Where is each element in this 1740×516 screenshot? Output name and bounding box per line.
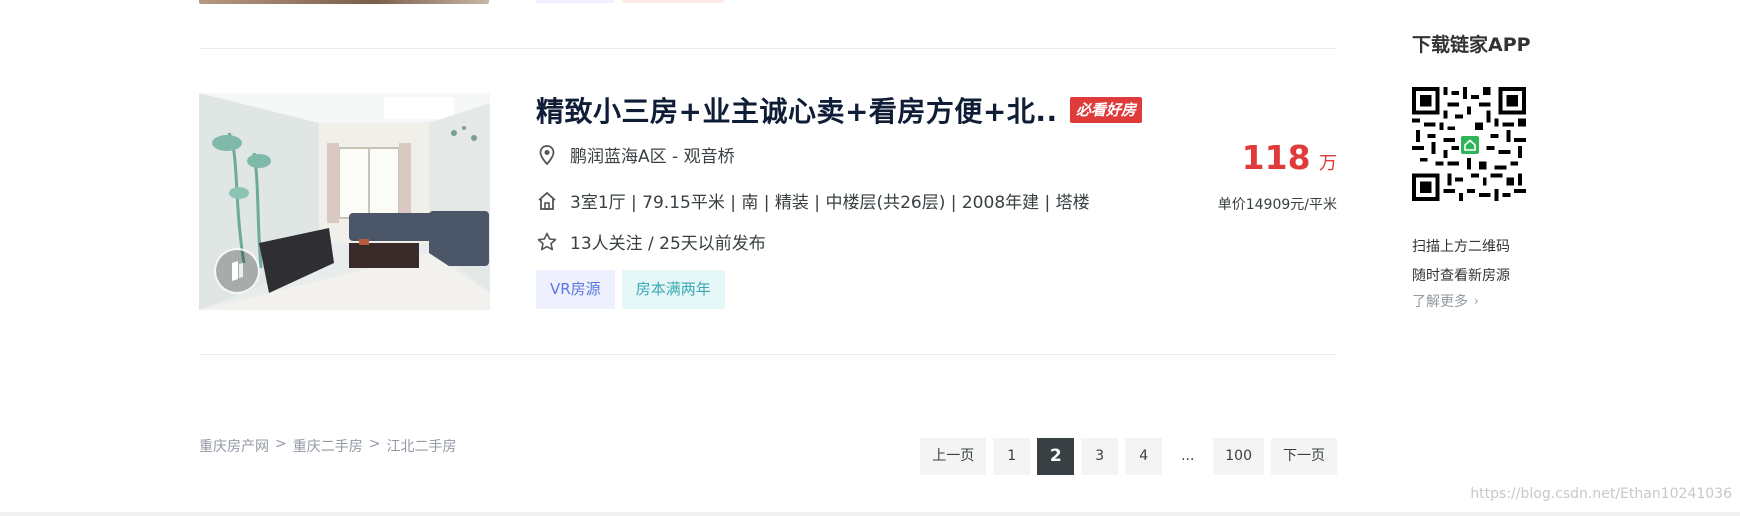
listing-tags: VR房源 房本满两年 — [536, 270, 732, 309]
learn-more-label: 了解更多 — [1412, 294, 1468, 310]
follow-info-row: 13人关注 / 25天以前发布 — [536, 229, 766, 254]
listing-title-row: 精致小三房+业主诚心卖+看房方便+北... 必看好房 — [536, 90, 1143, 130]
breadcrumb-separator: > — [368, 436, 381, 452]
location-pin-icon — [536, 144, 558, 166]
location-text[interactable]: 鹏润蓝海A区 - 观音桥 — [570, 142, 735, 167]
follow-info-text: 13人关注 / 25天以前发布 — [570, 234, 766, 254]
sidebar-text-block: 扫描上方二维码 随时查看新房源 了解更多 › — [1412, 233, 1612, 311]
tag-two-years: 房本满两年 — [621, 270, 725, 309]
breadcrumb-item[interactable]: 江北二手房 — [386, 436, 456, 456]
page-button[interactable]: 3 — [1081, 438, 1119, 475]
listing-page: 精致小三房+业主诚心卖+看房方便+北... 必看好房 鹏润蓝海A区 - 观音桥 … — [0, 0, 1740, 516]
current-page-button[interactable]: 2 — [1037, 438, 1075, 475]
listing-title[interactable]: 精致小三房+业主诚心卖+看房方便+北... — [536, 90, 1056, 130]
qr-code — [1412, 87, 1526, 201]
listing-thumbnail[interactable] — [199, 93, 490, 310]
house-info-text: 3室1厅 | 79.15平米 | 南 | 精装 | 中楼层(共26层) | 20… — [570, 193, 1090, 213]
page-button[interactable]: 4 — [1125, 438, 1163, 475]
watermark-text: https://blog.csdn.net/Ethan10241036 — [1470, 486, 1732, 502]
tag-vr: VR房源 — [536, 270, 615, 309]
prev-page-button[interactable]: 上一页 — [920, 438, 987, 475]
scan-instruction: 扫描上方二维码 — [1412, 239, 1510, 255]
learn-more-link[interactable]: 了解更多 › — [1412, 291, 1612, 311]
price-unit: 万 — [1319, 153, 1337, 174]
divider — [199, 48, 1337, 49]
breadcrumb: 重庆房产网 > 重庆二手房 > 江北二手房 — [199, 436, 456, 456]
next-page-button[interactable]: 下一页 — [1271, 438, 1337, 475]
previous-listing-tag — [622, 0, 724, 3]
location-row: 鹏润蓝海A区 - 观音桥 — [536, 142, 735, 167]
breadcrumb-item[interactable]: 重庆二手房 — [293, 436, 363, 456]
app-download-title: 下载链家APP — [1412, 34, 1531, 56]
last-page-button[interactable]: 100 — [1213, 438, 1264, 475]
chevron-right-icon: › — [1474, 294, 1479, 308]
scan-benefit: 随时查看新房源 — [1412, 268, 1510, 284]
house-icon — [536, 190, 558, 212]
star-icon — [536, 231, 558, 253]
divider — [199, 354, 1337, 355]
breadcrumb-separator: > — [275, 436, 287, 452]
price-number: 118 — [1241, 138, 1311, 177]
footer-border — [0, 512, 1740, 516]
page-button[interactable]: 1 — [993, 438, 1031, 475]
previous-listing-tag — [536, 0, 614, 3]
previous-listing-thumbnail[interactable] — [199, 0, 489, 4]
breadcrumb-item[interactable]: 重庆房产网 — [199, 436, 269, 456]
home-logo-icon — [1459, 134, 1481, 156]
must-see-badge: 必看好房 — [1070, 97, 1143, 123]
total-price: 118 万 — [1242, 138, 1337, 177]
pagination-ellipsis: ... — [1181, 448, 1195, 464]
house-info-row: 3室1厅 | 79.15平米 | 南 | 精装 | 中楼层(共26层) | 20… — [536, 188, 1090, 213]
unit-price: 单价14909元/平米 — [1217, 197, 1337, 213]
app-download-sidebar: 下载链家APP 扫描上方二维码 随时查看新房源 了解更多 › — [1412, 30, 1612, 311]
pagination: 上一页 1 2 3 4 ... 100 下一页 — [913, 438, 1337, 475]
vr-badge-icon — [214, 248, 260, 294]
